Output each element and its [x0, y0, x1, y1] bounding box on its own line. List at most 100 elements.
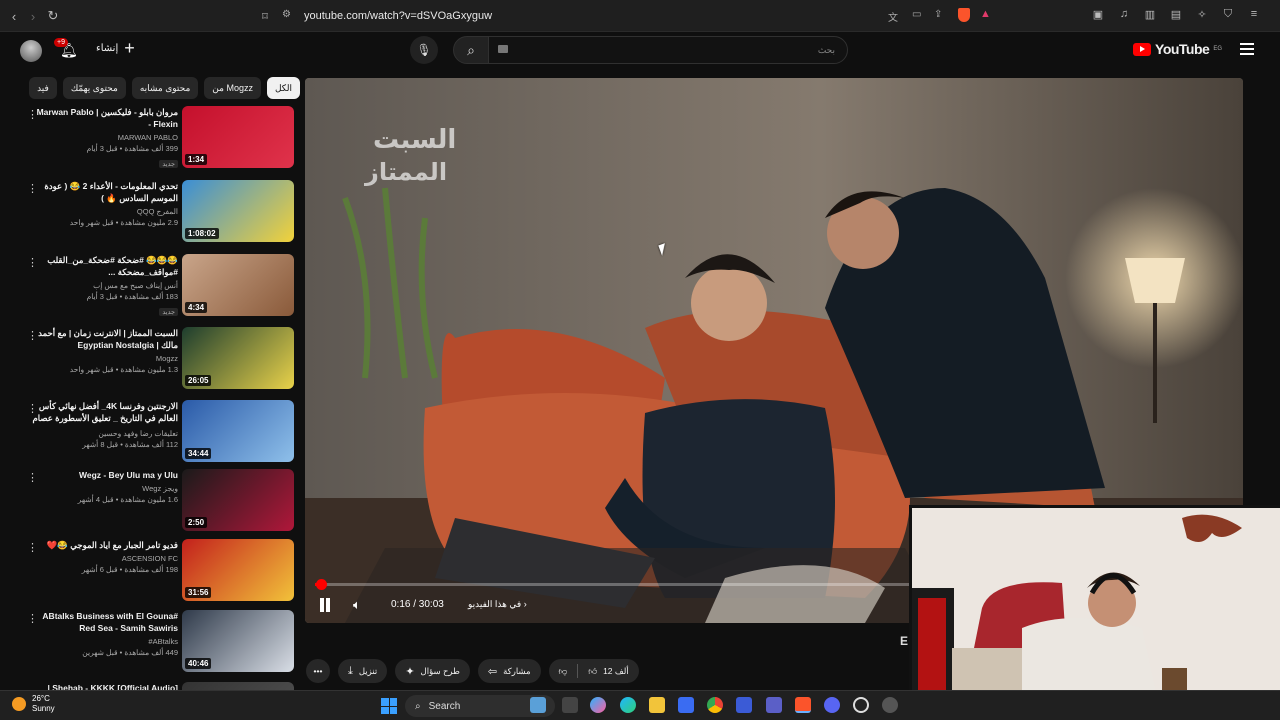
video-thumbnail[interactable]: 1:34 [182, 106, 294, 168]
like-button[interactable]: 👍︎ 12 ألف [578, 666, 638, 677]
pause-icon[interactable] [319, 598, 331, 612]
video-title[interactable]: مروان بابلو - فليكسين | Marwan Pablo - F… [32, 106, 178, 130]
channel-name[interactable]: أنس إيناف صبح مع مس إب [32, 281, 178, 290]
list-item[interactable]: 26:05 السبت الممتاز | الانترنت زمان | مع … [22, 327, 298, 393]
browser-menu-icon[interactable]: ≡ [1246, 6, 1262, 22]
progress-scrubber[interactable] [316, 579, 327, 590]
video-thumbnail[interactable]: 26:05 [182, 327, 294, 389]
filter-chip[interactable]: الكل [266, 77, 300, 99]
list-item[interactable]: Shehab - KKKK [Official Audio] | [22, 682, 298, 690]
channel-name[interactable]: ABtalks# [32, 637, 178, 646]
list-item[interactable]: 31:56 فديو تامر الجبار مع اياد الموجي 😂❤️… [22, 539, 298, 605]
video-title[interactable]: Wegz - Bey Ulu ma y Ulu [32, 469, 178, 481]
translate-icon[interactable]: 文 [888, 9, 898, 24]
channel-name[interactable]: ويجز Wegz [32, 484, 178, 493]
forward-icon[interactable]: › [22, 5, 44, 27]
teams-icon[interactable] [766, 697, 782, 713]
media-icon[interactable]: ♫ [1116, 6, 1132, 22]
video-title[interactable]: السبت الممتاز | الانترنت زمان | مع أحمد … [32, 327, 178, 351]
list-item[interactable]: 1:08:02 تحدي المعلومات - الأعداء 2 😂 ( عو… [22, 180, 298, 246]
channel-name[interactable]: Mogzz [32, 354, 178, 363]
video-title[interactable]: 😂😂😂 #ضحكة #ضحكة_من_القلب #مواقف_مضحكة ..… [32, 254, 178, 278]
video-title[interactable]: #ABtalks Business with El Gouna Red Sea … [32, 610, 178, 634]
file-explorer-icon[interactable] [649, 697, 665, 713]
obs-icon[interactable] [853, 697, 869, 713]
more-options-icon[interactable]: ⋮ [27, 256, 38, 269]
discord-icon[interactable] [824, 697, 840, 713]
channel-name[interactable]: تعليقات رضا وفهد وحسين [32, 429, 178, 438]
channel-name[interactable]: ASCENSION FC [32, 554, 178, 563]
reload-icon[interactable]: ↻ [42, 5, 64, 27]
share-button[interactable]: ⇦ مشاركة [477, 659, 541, 683]
download-button[interactable]: ⤓ تنزيل [338, 659, 388, 683]
video-thumbnail[interactable]: 40:46 [182, 610, 294, 672]
video-thumbnail[interactable]: 31:56 [182, 539, 294, 601]
split-view-icon[interactable]: ▥ [1142, 6, 1158, 22]
list-item[interactable]: 34:44 الارجنتين وفرنسا 4K_ أفضل نهائي كأس… [22, 400, 298, 466]
video-thumbnail[interactable]: 2:50 [182, 469, 294, 531]
task-view-icon[interactable] [562, 697, 578, 713]
bell-icon[interactable]: 🔔︎ [60, 42, 78, 59]
vpn-icon[interactable]: ⛉ [1220, 6, 1236, 22]
video-title[interactable]: فديو تامر الجبار مع اياد الموجي 😂❤️ [32, 539, 178, 551]
youtube-logo[interactable]: YouTube EG [1133, 41, 1222, 57]
video-thumbnail[interactable]: 1:08:02 [182, 180, 294, 242]
search-input[interactable]: بحث [488, 36, 848, 64]
store-icon[interactable] [678, 697, 694, 713]
mic-icon[interactable]: 🎙︎ [410, 36, 438, 64]
brave-rewards-icon[interactable]: ▲ [980, 8, 991, 20]
more-options-icon[interactable]: ⋮ [27, 612, 38, 625]
dislike-button[interactable]: 👎︎ [549, 666, 578, 677]
keyboard-icon[interactable] [498, 45, 508, 53]
more-options-icon[interactable]: ⋮ [27, 402, 38, 415]
filter-chip[interactable]: محتوى يهمّك [62, 77, 126, 99]
more-options-icon[interactable]: ⋮ [27, 329, 38, 342]
avatar[interactable] [20, 40, 42, 62]
create-button[interactable]: إنشاء + [96, 39, 135, 57]
video-title[interactable]: Shehab - KKKK [Official Audio] | [32, 682, 178, 690]
copilot-icon[interactable] [590, 697, 606, 713]
menu-icon[interactable] [1240, 43, 1254, 55]
sidebar-toggle-icon[interactable]: ▣ [1090, 6, 1106, 22]
cast-icon[interactable]: ▭ [912, 9, 921, 20]
progress-bar[interactable] [315, 579, 915, 590]
ask-button[interactable]: ✦ طرح سؤال [395, 659, 470, 683]
video-thumbnail[interactable]: 4:34 [182, 254, 294, 316]
more-actions-button[interactable]: ••• [306, 659, 330, 683]
video-thumbnail[interactable]: 34:44 [182, 400, 294, 462]
site-settings-icon[interactable]: ⚙ [282, 9, 291, 20]
video-title[interactable]: الارجنتين وفرنسا 4K_ أفضل نهائي كأس العا… [32, 400, 178, 426]
address-bar[interactable]: ⚙ youtube.com/watch?v=dSVOaGxyguw 文 ▭ ⇪ … [280, 5, 1000, 27]
windows-start-icon[interactable] [381, 698, 397, 714]
brave-icon[interactable] [795, 697, 811, 713]
filter-chip[interactable]: محتوى مشابه [131, 77, 199, 99]
weather-widget[interactable]: 26°C Sunny [12, 694, 55, 714]
chrome-icon[interactable] [707, 697, 723, 713]
list-item[interactable]: 40:46 #ABtalks Business with El Gouna Red… [22, 610, 298, 676]
search-icon[interactable]: ⌕ [453, 36, 489, 64]
volume-icon[interactable]: 🔈︎ [353, 597, 361, 613]
more-options-icon[interactable]: ⋮ [27, 471, 38, 484]
wallet-icon[interactable]: ▤ [1168, 6, 1184, 22]
list-item[interactable]: 4:34 😂😂😂 #ضحكة #ضحكة_من_القلب #مواقف_مضحك… [22, 254, 298, 320]
video-title[interactable]: تحدي المعلومات - الأعداء 2 😂 ( عودة المو… [32, 180, 178, 204]
list-item[interactable]: 1:34 مروان بابلو - فليكسين | Marwan Pablo… [22, 106, 298, 172]
brave-shield-icon[interactable] [958, 8, 970, 22]
more-options-icon[interactable]: ⋮ [27, 182, 38, 195]
widgets-app-icon[interactable] [530, 697, 546, 713]
channel-name[interactable]: MARWAN PABLO [32, 133, 178, 142]
list-item[interactable]: 2:50 Wegz - Bey Ulu ma y Ulu ويجز Wegz 1.6 … [22, 469, 298, 535]
share-page-icon[interactable]: ⇪ [934, 9, 942, 20]
more-options-icon[interactable]: ⋮ [27, 108, 38, 121]
mail-icon[interactable] [736, 697, 752, 713]
chapter-button[interactable]: في هذا الفيديو › [468, 599, 527, 610]
filter-chip[interactable]: فيد [29, 77, 57, 99]
edge-icon[interactable] [620, 697, 636, 713]
leo-ai-icon[interactable]: ✧ [1194, 6, 1210, 22]
filter-chip[interactable]: من Mogzz [204, 77, 261, 99]
bookmark-icon[interactable]: ⌑ [254, 5, 276, 27]
channel-name[interactable]: المفرج QQQ [32, 207, 178, 216]
settings-icon[interactable] [882, 697, 898, 713]
more-options-icon[interactable]: ⋮ [27, 541, 38, 554]
video-thumbnail[interactable] [182, 682, 294, 690]
